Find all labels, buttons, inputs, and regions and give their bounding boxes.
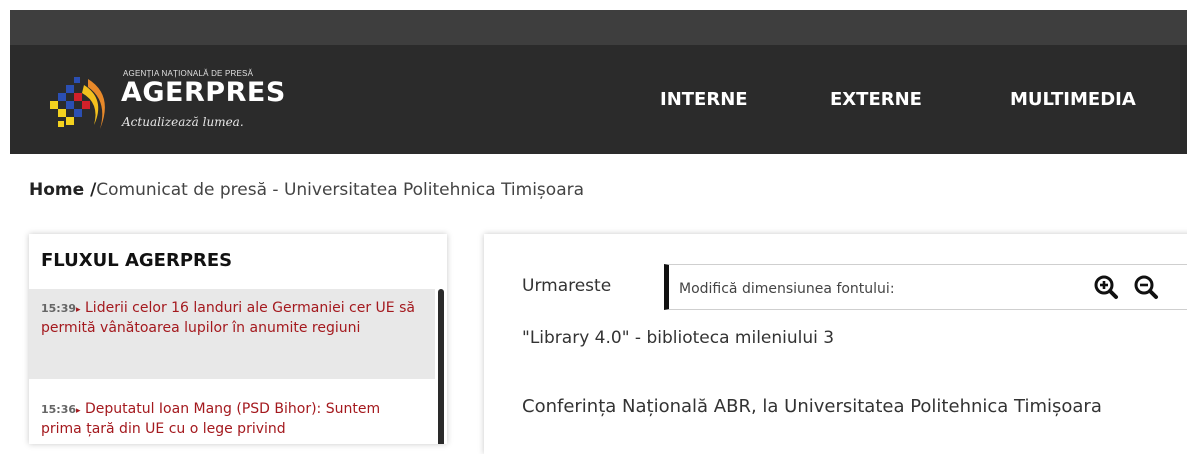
triangle-right-icon: ▸ <box>76 406 81 416</box>
feed-item[interactable]: 15:39▸ Liderii celor 16 landuri ale Germ… <box>29 289 435 379</box>
logo-wordmark: AGERPRES <box>121 77 286 108</box>
breadcrumb-current: Comunicat de presă - Universitatea Polit… <box>96 180 585 200</box>
logo-mark-icon <box>50 77 105 129</box>
zoom-out-icon[interactable] <box>1133 274 1159 300</box>
site-header: AGENȚIA NAȚIONALĂ DE PRESĂ AGERPRES Actu… <box>10 45 1187 154</box>
nav-interne[interactable]: INTERNE <box>660 89 748 110</box>
feed-item-headline[interactable]: Deputatul Ioan Mang (PSD Bihor): Suntem … <box>41 401 380 437</box>
feed-item-time: 15:39 <box>41 302 77 315</box>
follow-label[interactable]: Urmareste <box>522 276 611 296</box>
font-size-label: Modifică dimensiunea fontului: <box>679 281 895 297</box>
feed-item-headline[interactable]: Liderii celor 16 landuri ale Germaniei c… <box>41 300 415 336</box>
news-feed-panel: FLUXUL AGERPRES 15:39▸ Liderii celor 16 … <box>29 234 447 444</box>
breadcrumb: Home /Comunicat de presă - Universitatea… <box>29 180 584 200</box>
breadcrumb-home-link[interactable]: Home / <box>29 180 96 200</box>
feed-title: FLUXUL AGERPRES <box>41 250 233 271</box>
font-size-control: Modifică dimensiunea fontului: <box>664 264 1187 310</box>
feed-item[interactable]: 15:36▸ Deputatul Ioan Mang (PSD Bihor): … <box>29 390 435 444</box>
feed-item-time: 15:36 <box>41 403 77 416</box>
nav-externe[interactable]: EXTERNE <box>830 89 922 110</box>
article-subhead: Conferința Națională ABR, la Universitat… <box>522 396 1102 417</box>
article-lead: "Library 4.0" - biblioteca mileniului 3 <box>522 328 835 348</box>
logo-tagline: Actualizează lumea. <box>122 115 244 129</box>
triangle-right-icon: ▸ <box>76 305 81 315</box>
article-panel: Urmareste Modifică dimensiunea fontului:… <box>484 234 1187 454</box>
zoom-in-icon[interactable] <box>1093 274 1119 300</box>
nav-multimedia[interactable]: MULTIMEDIA <box>1010 89 1136 110</box>
top-strip <box>10 10 1187 45</box>
feed-scrollbar[interactable] <box>438 289 444 444</box>
agerpres-logo[interactable]: AGENȚIA NAȚIONALĂ DE PRESĂ AGERPRES Actu… <box>48 65 298 135</box>
